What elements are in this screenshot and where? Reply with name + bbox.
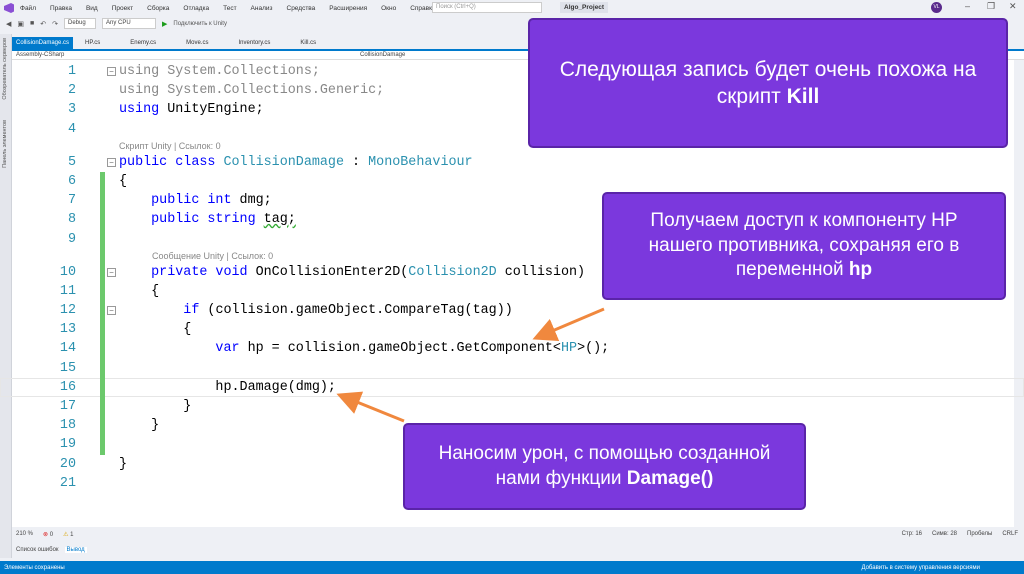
callout-hp: Получаем доступ к компоненту HP нашего п…: [602, 192, 1006, 300]
arrow-to-getcomponent: [532, 307, 605, 342]
callout-kill: Следующая запись будет очень похожа на с…: [528, 18, 1008, 148]
callout-damage: Наносим урон, с помощью созданной нами ф…: [403, 423, 806, 510]
arrow-to-damage-call: [336, 391, 405, 423]
